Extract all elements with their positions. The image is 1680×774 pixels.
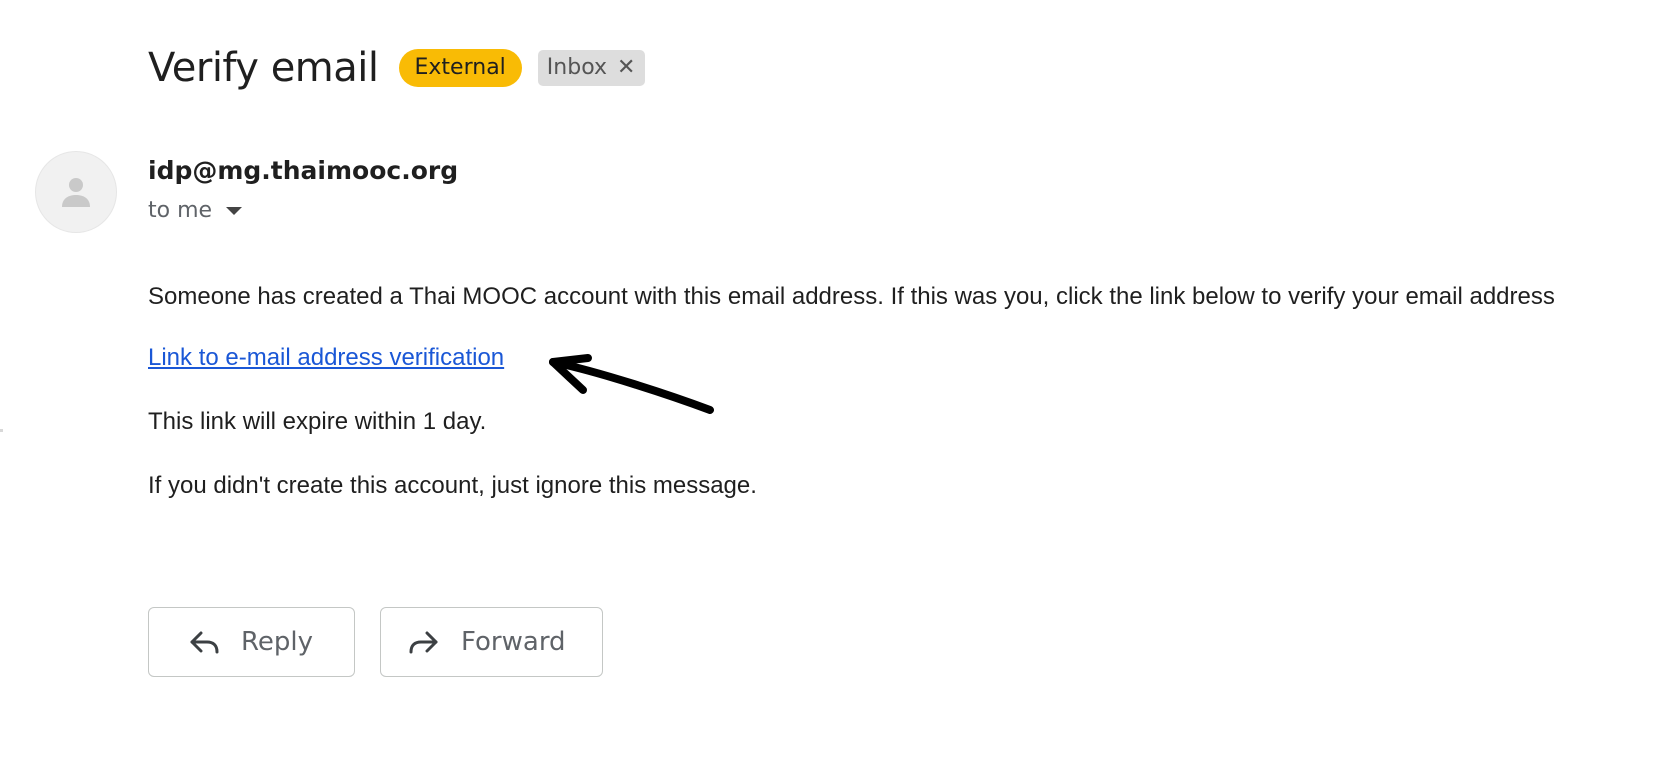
reply-button-label: Reply: [241, 627, 314, 657]
external-label-badge: External: [398, 49, 522, 87]
caret-down-icon: [226, 206, 243, 215]
recipient-text: to me: [148, 198, 213, 223]
inbox-label-text: Inbox: [546, 55, 607, 80]
subject-row: Verify email External Inbox ✕: [148, 40, 646, 96]
email-subject: Verify email: [148, 45, 379, 91]
hand-drawn-arrow-annotation: [549, 354, 714, 414]
inbox-label-chip: Inbox ✕: [537, 50, 646, 86]
forward-icon: [409, 631, 438, 654]
forward-button[interactable]: Forward: [380, 607, 603, 677]
reply-icon: [190, 631, 219, 654]
body-paragraph-expiry: This link will expire within 1 day.: [148, 408, 487, 435]
verification-link[interactable]: Link to e-mail address verification: [148, 344, 504, 372]
remove-label-icon[interactable]: ✕: [617, 50, 635, 86]
recipient-details-toggle[interactable]: to me: [148, 198, 243, 223]
edge-artifact: [0, 429, 3, 432]
forward-button-label: Forward: [461, 627, 566, 657]
body-paragraph-account-created: Someone has created a Thai MOOC account …: [148, 283, 1555, 310]
body-paragraph-ignore: If you didn't create this account, just …: [148, 472, 757, 499]
person-icon: [62, 178, 90, 207]
reply-button[interactable]: Reply: [148, 607, 355, 677]
email-view: Verify email External Inbox ✕ idp@mg.tha…: [0, 0, 1680, 774]
sender-avatar[interactable]: [36, 152, 116, 232]
sender-address: idp@mg.thaimooc.org: [148, 156, 459, 185]
